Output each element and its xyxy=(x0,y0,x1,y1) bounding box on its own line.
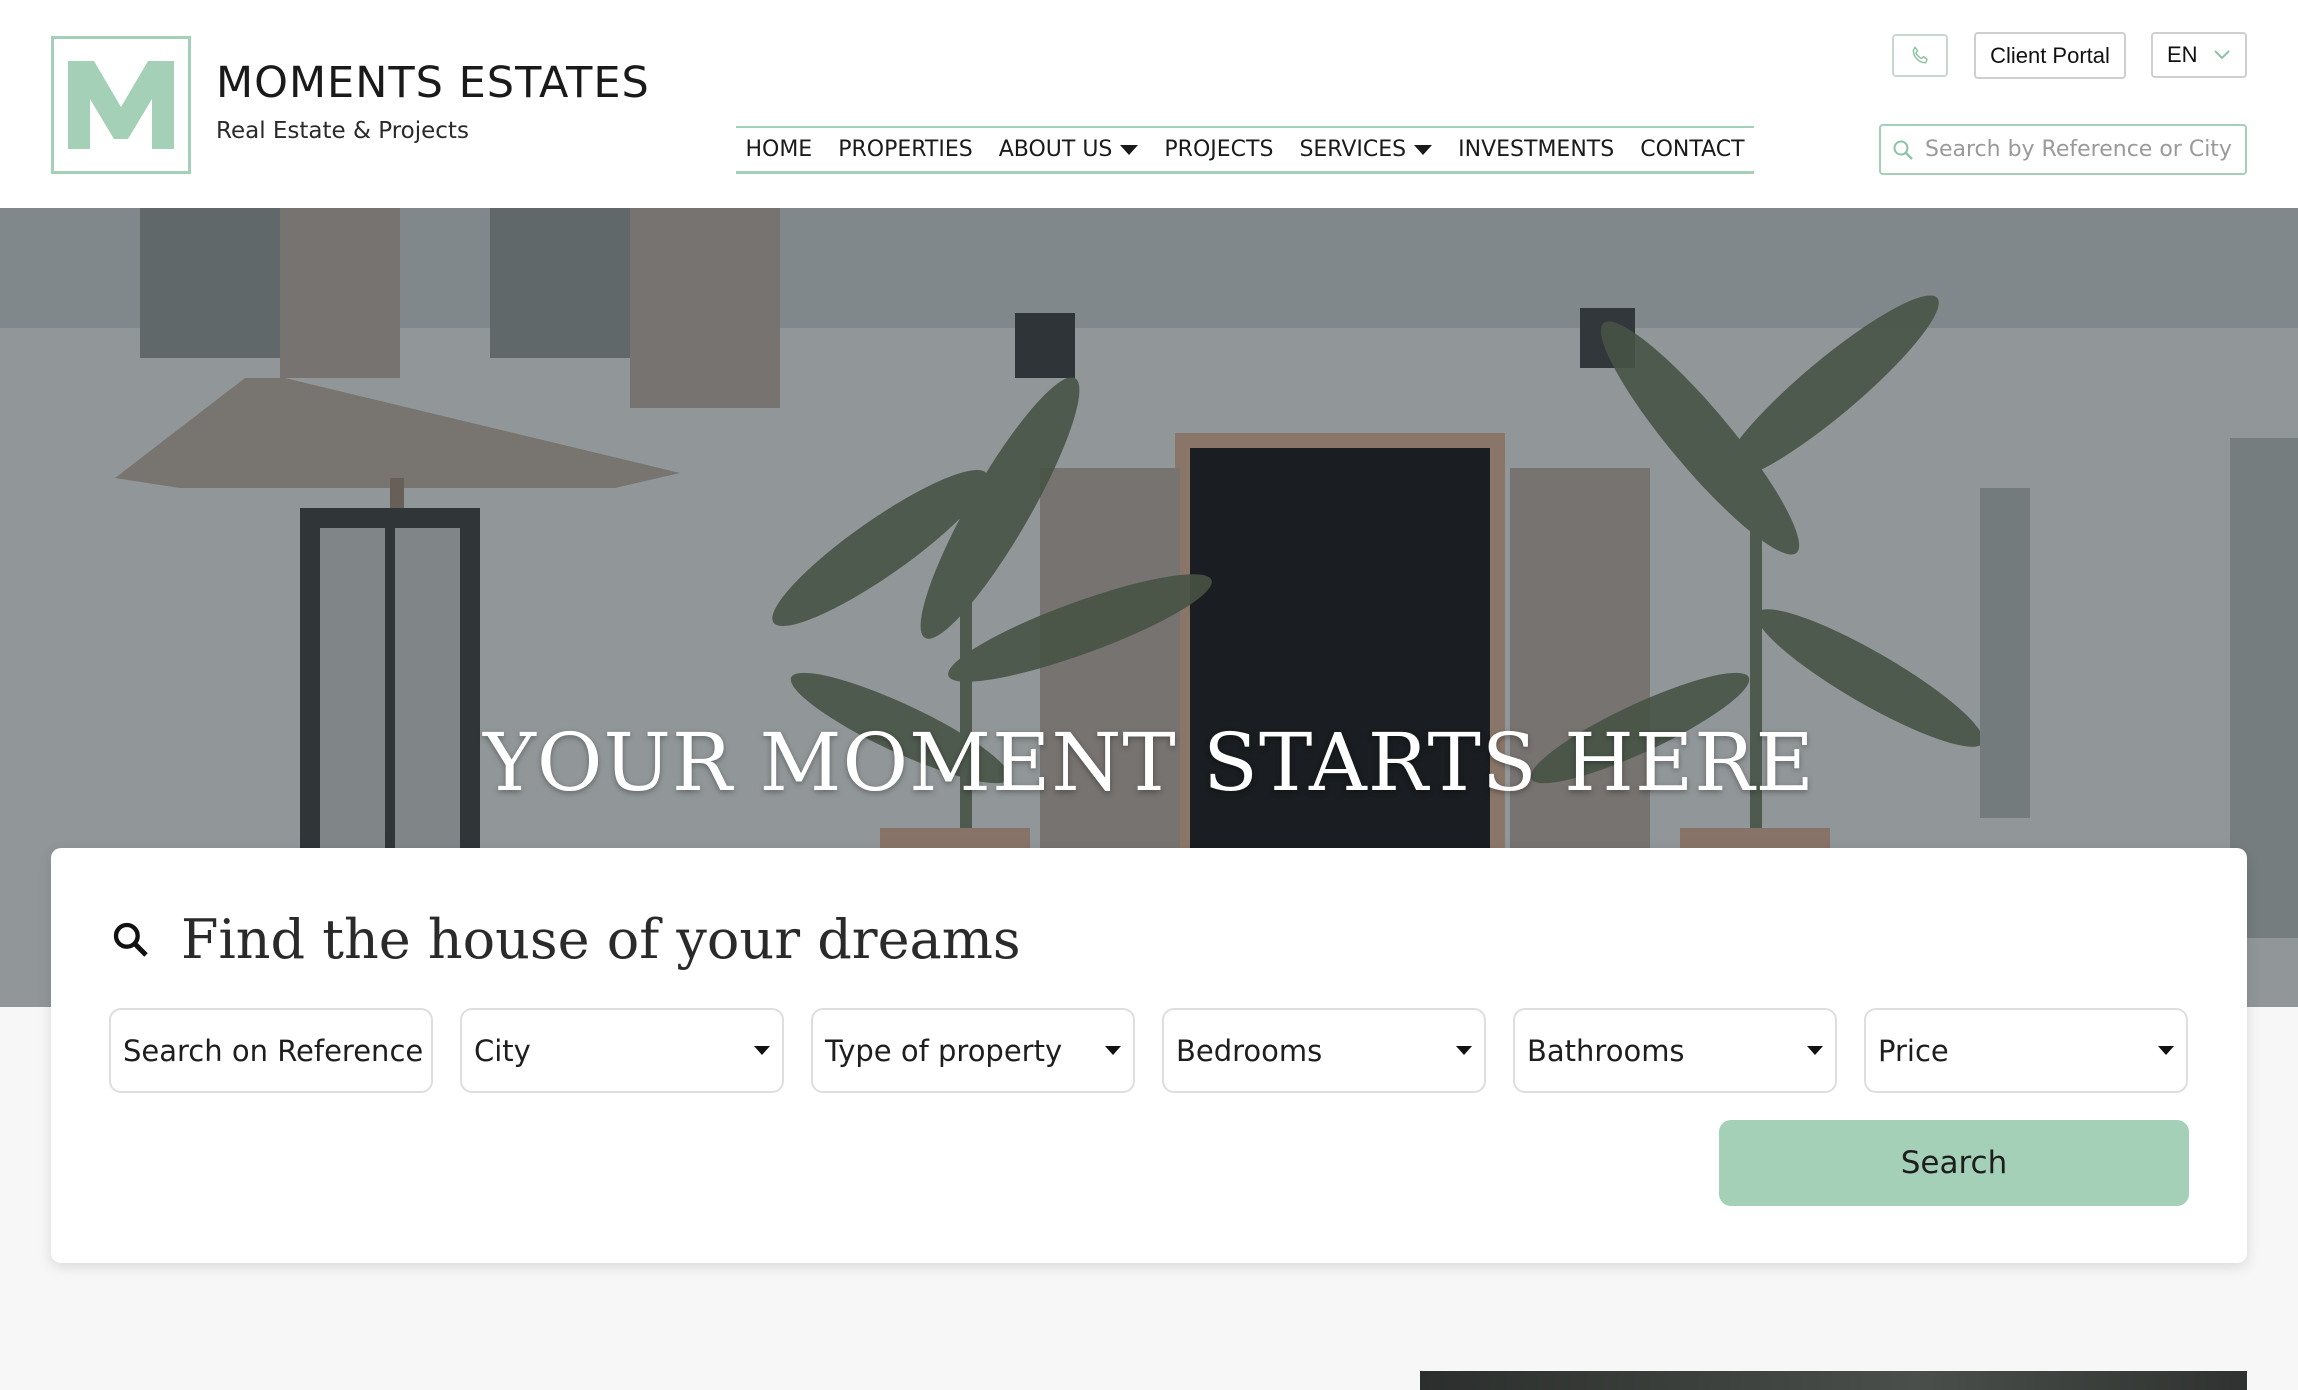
phone-icon xyxy=(1912,46,1928,64)
header-search xyxy=(1879,124,2247,175)
bathrooms-select[interactable]: Bathrooms xyxy=(1513,1008,1837,1093)
nav-about-us[interactable]: ABOUT US xyxy=(999,137,1139,162)
reference-search-input[interactable] xyxy=(123,1033,423,1068)
brand-title: MOMENTS ESTATES xyxy=(216,58,650,108)
property-type-select[interactable]: Type of property xyxy=(811,1008,1135,1093)
phone-button[interactable] xyxy=(1892,34,1948,77)
city-select[interactable]: City xyxy=(460,1008,784,1093)
search-panel: Find the house of your dreams City Type … xyxy=(51,848,2247,1263)
caret-down-icon xyxy=(1456,1046,1472,1055)
nav-home-label: HOME xyxy=(745,137,813,162)
caret-down-icon xyxy=(1120,144,1139,155)
featured-image-preview xyxy=(1420,1371,2247,1390)
city-select-label: City xyxy=(474,1033,531,1068)
search-button[interactable]: Search xyxy=(1719,1120,2189,1206)
nav-services[interactable]: SERVICES xyxy=(1299,137,1433,162)
logo-m-icon xyxy=(68,61,174,149)
price-select-label: Price xyxy=(1878,1033,1949,1068)
nav-services-label: SERVICES xyxy=(1299,137,1407,162)
header-search-input[interactable] xyxy=(1925,137,2245,162)
site-header: MOMENTS ESTATES Real Estate & Projects H… xyxy=(0,0,2298,208)
search-icon xyxy=(1893,140,1913,160)
nav-contact[interactable]: CONTACT xyxy=(1640,137,1744,162)
search-icon xyxy=(113,922,148,957)
caret-down-icon xyxy=(1807,1046,1823,1055)
bedrooms-select-label: Bedrooms xyxy=(1176,1033,1323,1068)
caret-down-icon xyxy=(2158,1046,2174,1055)
caret-down-icon xyxy=(1414,144,1433,155)
brand-subtitle: Real Estate & Projects xyxy=(216,118,469,144)
nav-properties-label: PROPERTIES xyxy=(838,137,973,162)
nav-home[interactable]: HOME xyxy=(745,137,812,162)
language-label: EN xyxy=(2167,42,2198,67)
nav-contact-label: CONTACT xyxy=(1640,137,1745,162)
language-selector[interactable]: EN xyxy=(2151,32,2247,78)
nav-investments[interactable]: INVESTMENTS xyxy=(1458,137,1614,162)
hero-title: YOUR MOMENT STARTS HERE xyxy=(483,716,1815,809)
main-nav: HOME PROPERTIES ABOUT US PROJECTS SERVIC… xyxy=(736,126,1754,174)
price-select[interactable]: Price xyxy=(1864,1008,2188,1093)
search-panel-title: Find the house of your dreams xyxy=(181,908,1021,971)
chevron-down-icon xyxy=(2214,50,2230,60)
search-panel-header: Find the house of your dreams xyxy=(111,908,1021,971)
caret-down-icon xyxy=(754,1046,770,1055)
logo[interactable] xyxy=(51,36,191,174)
client-portal-button[interactable]: Client Portal xyxy=(1974,32,2126,79)
bathrooms-select-label: Bathrooms xyxy=(1527,1033,1685,1068)
nav-projects[interactable]: PROJECTS xyxy=(1164,137,1273,162)
bedrooms-select[interactable]: Bedrooms xyxy=(1162,1008,1486,1093)
nav-properties[interactable]: PROPERTIES xyxy=(838,137,973,162)
property-type-select-label: Type of property xyxy=(825,1033,1063,1068)
nav-projects-label: PROJECTS xyxy=(1164,137,1274,162)
nav-investments-label: INVESTMENTS xyxy=(1458,137,1615,162)
nav-about-us-label: ABOUT US xyxy=(998,137,1113,162)
caret-down-icon xyxy=(1105,1046,1121,1055)
reference-search-field[interactable] xyxy=(109,1008,433,1093)
